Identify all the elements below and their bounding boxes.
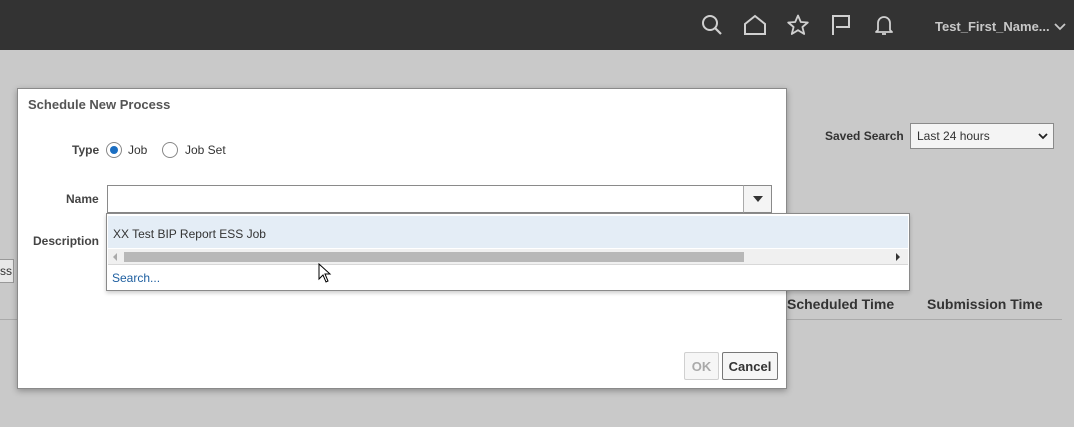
column-header-submission-time[interactable]: Submission Time <box>927 296 1043 312</box>
watchlist-flag-icon[interactable] <box>828 11 854 39</box>
global-header: Test_First_Name... <box>0 0 1074 50</box>
saved-search-select[interactable]: Last 24 hours <box>910 123 1054 149</box>
scroll-right-icon[interactable] <box>896 253 900 261</box>
scrollbar-thumb[interactable] <box>124 252 744 262</box>
cancel-button[interactable]: Cancel <box>722 352 778 380</box>
name-combobox-input[interactable] <box>107 185 772 213</box>
user-name: Test_First_Name... <box>935 19 1050 34</box>
type-radio-job-set[interactable] <box>162 142 178 158</box>
notifications-bell-icon[interactable] <box>871 11 897 39</box>
horizontal-scrollbar[interactable] <box>108 249 908 265</box>
saved-search-label: Saved Search <box>825 129 904 143</box>
search-link[interactable]: Search... <box>112 271 160 285</box>
mouse-pointer-icon <box>318 263 332 283</box>
scroll-left-icon[interactable] <box>113 253 117 261</box>
description-label: Description <box>33 234 100 248</box>
type-radio-job[interactable] <box>106 142 122 158</box>
dialog-title: Schedule New Process <box>28 97 171 112</box>
name-dropdown-button[interactable] <box>743 185 772 213</box>
background-button-fragment[interactable]: ss <box>0 259 14 283</box>
chevron-down-icon <box>1054 22 1066 30</box>
search-icon[interactable] <box>699 11 725 39</box>
caret-down-icon <box>752 196 763 202</box>
list-item[interactable]: XX Test BIP Report ESS Job <box>108 216 908 248</box>
type-radio-job-label[interactable]: Job <box>128 143 147 157</box>
name-dropdown-list: XX Test BIP Report ESS Job Search... <box>106 213 910 291</box>
ok-button[interactable]: OK <box>684 352 719 380</box>
column-header-scheduled-time[interactable]: Scheduled Time <box>787 296 894 312</box>
user-menu[interactable]: Test_First_Name... <box>935 19 1066 34</box>
home-icon[interactable] <box>742 11 768 39</box>
saved-search-value: Last 24 hours <box>917 129 990 143</box>
type-radio-job-set-label[interactable]: Job Set <box>185 143 226 157</box>
chevron-down-icon <box>1038 133 1048 140</box>
type-label: Type <box>72 143 100 157</box>
favorites-star-icon[interactable] <box>785 11 811 39</box>
name-label: Name <box>66 192 99 206</box>
